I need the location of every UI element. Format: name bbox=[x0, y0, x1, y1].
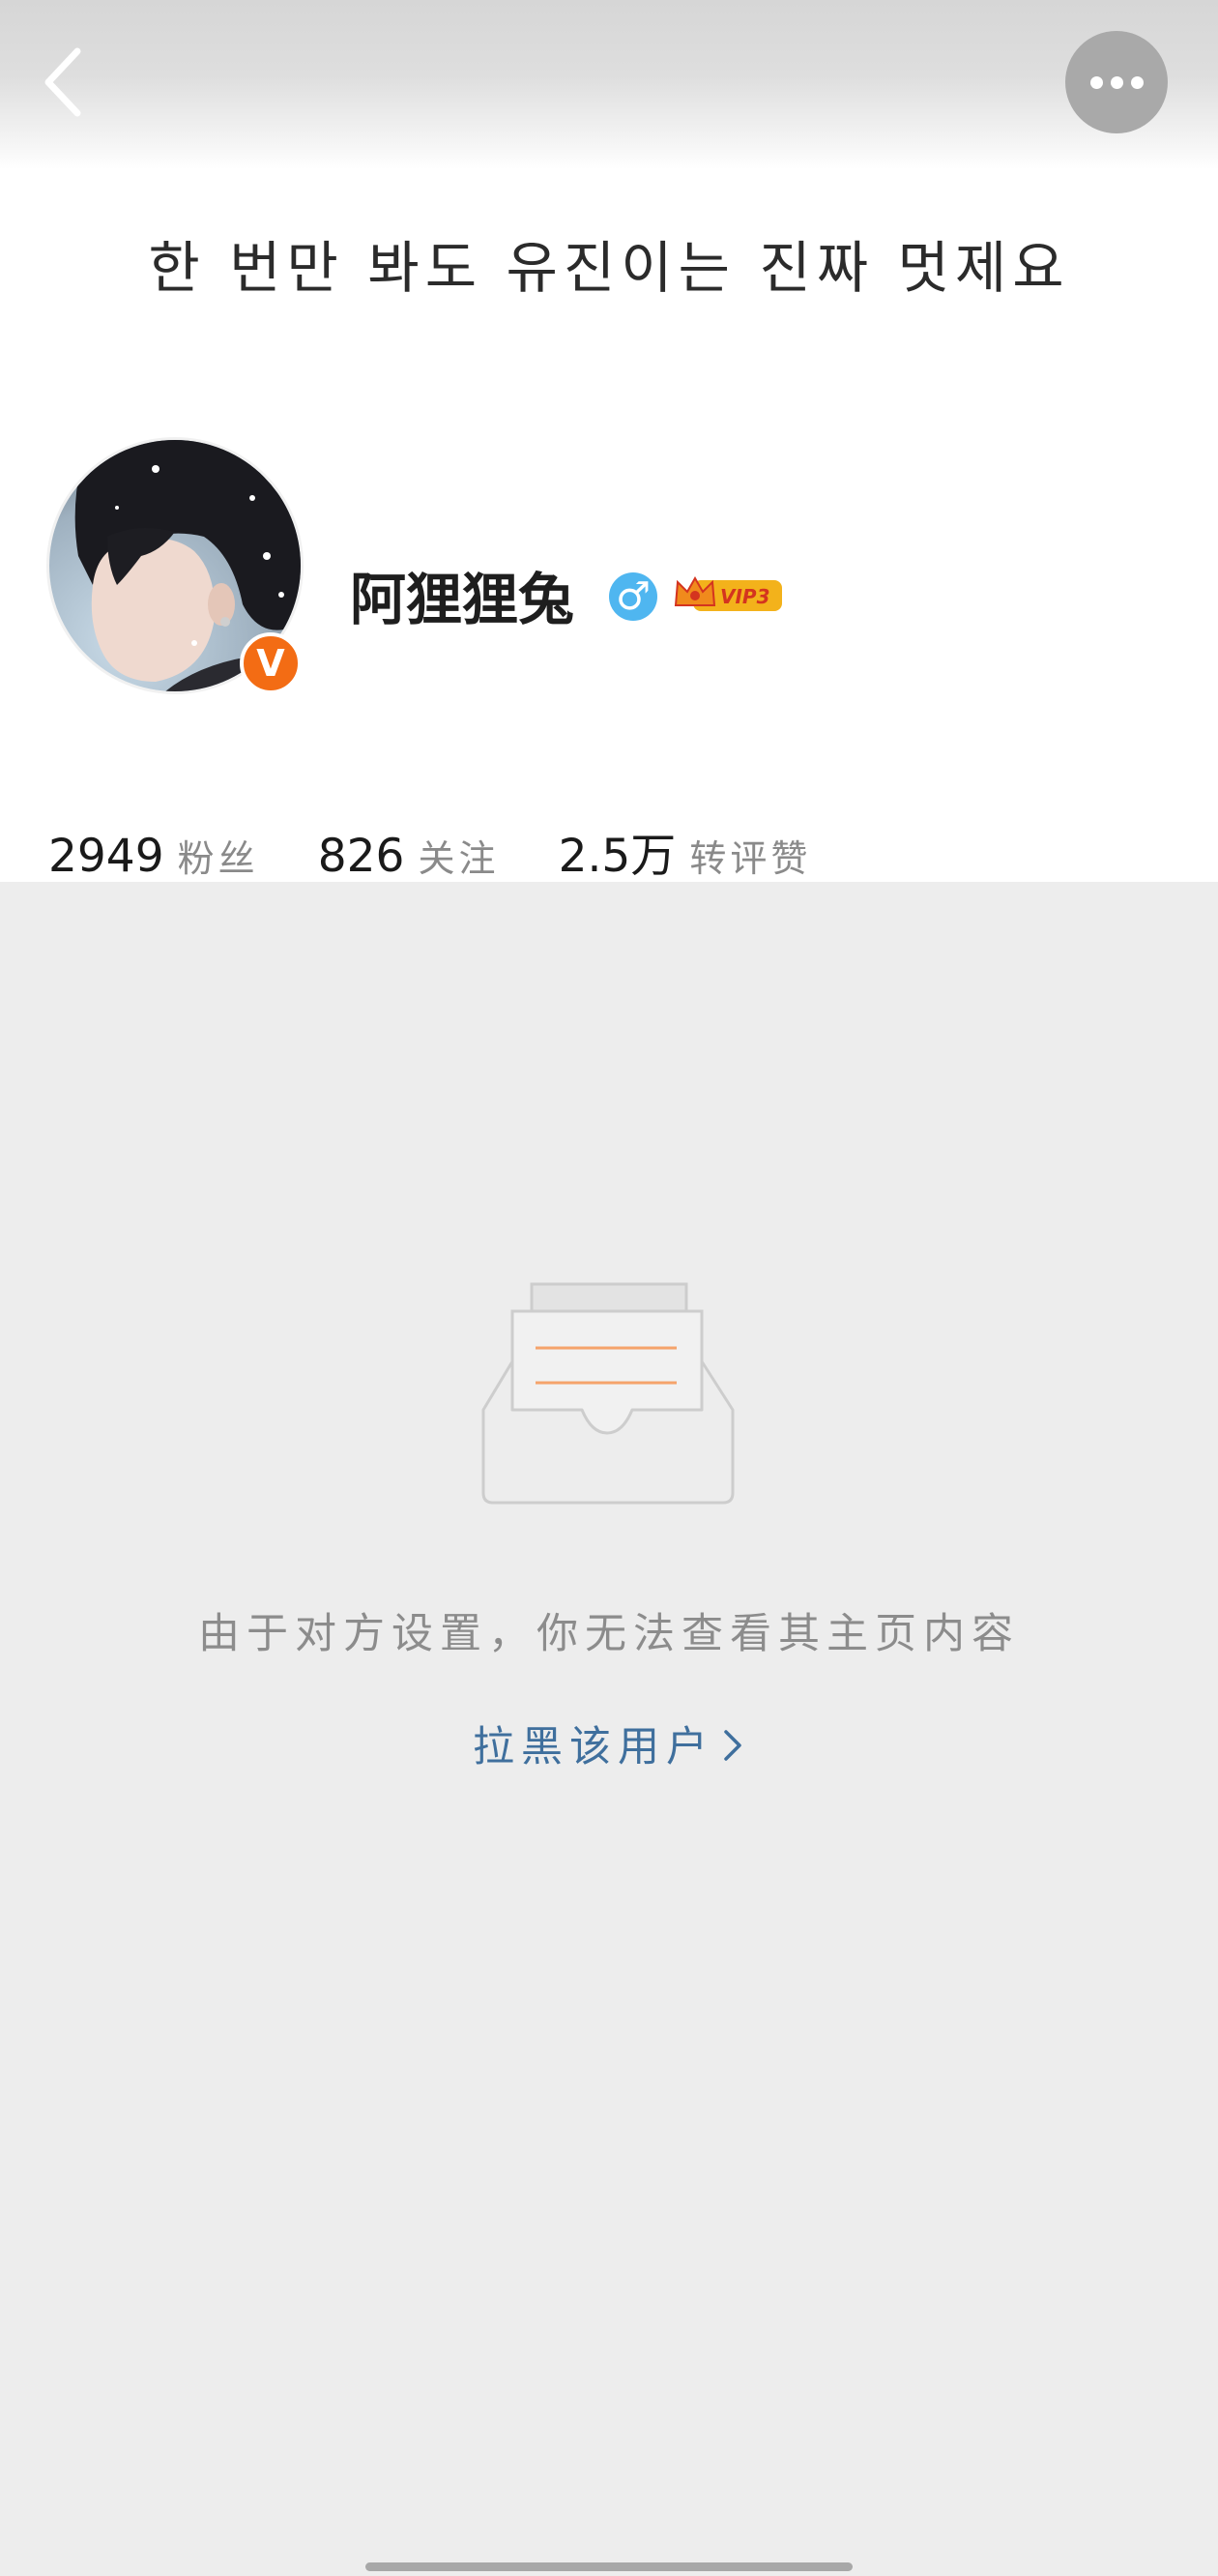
verified-badge-icon: V bbox=[240, 632, 302, 694]
profile-stats: 2949 粉丝 826 关注 2.5万 转评赞 bbox=[48, 818, 865, 886]
vip-badge[interactable]: VIP3 bbox=[672, 571, 786, 619]
back-button[interactable] bbox=[29, 37, 106, 124]
stat-label: 关注 bbox=[418, 837, 500, 880]
stat-following[interactable]: 826 关注 bbox=[318, 829, 500, 883]
more-options-button[interactable] bbox=[1065, 31, 1168, 133]
cover-gradient bbox=[0, 0, 1218, 169]
empty-state-message: 由于对方设置，你无法查看其主页内容 bbox=[198, 1610, 1020, 1658]
more-horizontal-icon bbox=[1090, 76, 1103, 89]
stat-value: 2.5万 bbox=[558, 830, 677, 883]
cover-signature-text: 한 번만 봐도 유진이는 진짜 멋제요 bbox=[148, 235, 1070, 301]
stat-value: 2949 bbox=[48, 830, 164, 883]
stat-label: 粉丝 bbox=[177, 837, 259, 880]
stat-followers[interactable]: 2949 粉丝 bbox=[48, 829, 259, 883]
crown-icon: VIP3 bbox=[674, 575, 782, 611]
empty-inbox-icon bbox=[478, 1278, 739, 1510]
home-indicator[interactable] bbox=[365, 2562, 853, 2571]
male-gender-icon: ♂ bbox=[609, 572, 657, 621]
stat-label: 转评赞 bbox=[689, 837, 812, 880]
chevron-right-icon bbox=[720, 1726, 745, 1775]
more-dot bbox=[1111, 76, 1123, 89]
block-user-link[interactable]: 拉黑该用户 bbox=[0, 1713, 1218, 1775]
block-user-label: 拉黑该用户 bbox=[473, 1723, 714, 1771]
more-dot bbox=[1131, 76, 1144, 89]
chevron-left-icon bbox=[44, 47, 81, 117]
profile-username: 阿狸狸兔 bbox=[350, 567, 575, 632]
vip-label: VIP3 bbox=[720, 585, 770, 608]
stat-value: 826 bbox=[317, 830, 405, 883]
stat-interactions[interactable]: 2.5万 转评赞 bbox=[559, 818, 812, 885]
